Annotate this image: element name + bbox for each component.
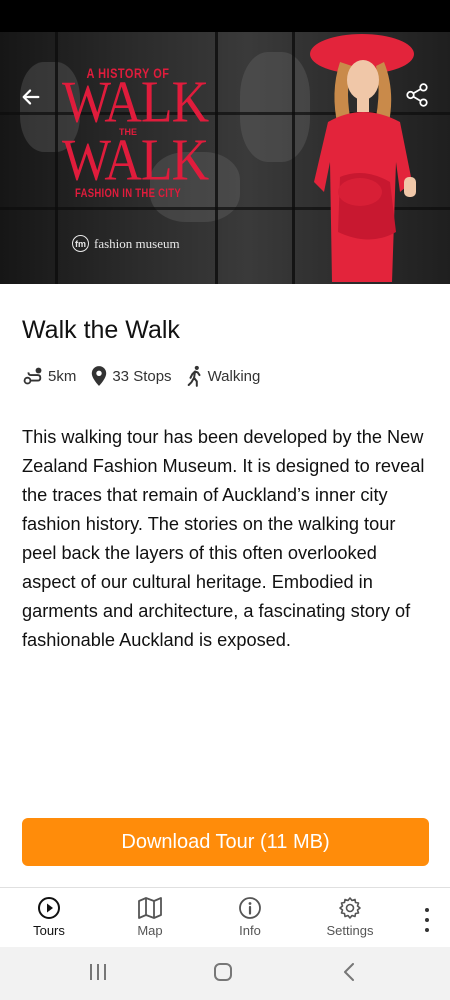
map-icon [138,897,162,919]
more-options-button[interactable] [422,908,432,932]
museum-logo: fm fashion museum [72,235,180,252]
play-circle-icon [38,897,60,919]
recent-apps-button[interactable] [88,963,108,981]
status-bar [0,0,450,32]
route-icon [23,367,42,385]
back-arrow-icon [22,89,40,105]
nav-tab-map-label: Map [137,923,163,938]
tour-distance: 5km [22,365,76,387]
info-icon [239,897,261,919]
poster-walk-1: WALK [62,69,209,136]
gear-icon [339,897,361,919]
system-back-button[interactable] [342,963,356,981]
nav-tab-info-label: Info [239,923,261,938]
tour-mode-value: Walking [207,367,261,385]
more-vert-icon [425,918,429,922]
nav-tab-tours-label: Tours [33,923,65,938]
tour-poster-title: A HISTORY OF WALK THE WALK FASHION IN TH… [62,67,209,201]
tour-distance-value: 5km [48,367,77,385]
poster-subtitle: FASHION IN THE CITY [75,186,181,201]
more-vert-icon [425,908,429,912]
system-navigation-bar [0,947,450,1000]
bottom-navigation: Tours Map Info Settings [0,887,450,947]
model-in-red-dress [310,34,416,282]
share-button[interactable] [402,80,432,110]
back-button[interactable] [14,80,48,114]
home-button[interactable] [213,963,233,981]
nav-tab-info[interactable]: Info [210,896,290,938]
tour-mode: Walking [186,365,261,387]
museum-logo-mark: fm [72,235,89,252]
share-icon [406,83,428,107]
wall-divider [292,32,295,284]
walking-icon [187,365,201,387]
nav-tab-settings[interactable]: Settings [310,896,390,938]
tour-hero-image: A HISTORY OF WALK THE WALK FASHION IN TH… [0,32,450,284]
wall-divider [55,32,58,284]
tour-stops: 33 Stops [90,365,172,387]
wall-divider [215,32,218,284]
tour-title: Walk the Walk [22,316,180,344]
nav-tab-settings-label: Settings [326,923,374,938]
tour-meta: 5km 33 Stops Walking [22,365,260,387]
poster-walk-2: WALK [62,127,209,194]
more-vert-icon [425,928,429,932]
tour-description: This walking tour has been developed by … [22,427,425,650]
museum-logo-text: fashion museum [94,235,180,251]
location-pin-icon [92,366,107,386]
download-tour-button[interactable]: Download Tour (11 MB) [22,818,429,866]
nav-tab-map[interactable]: Map [110,896,190,938]
tour-stops-value: 33 Stops [112,367,172,385]
nav-tab-tours[interactable]: Tours [9,896,89,938]
